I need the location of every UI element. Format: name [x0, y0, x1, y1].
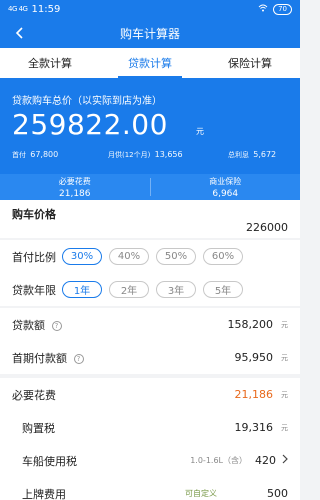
required-costs-unit: 元: [281, 390, 288, 399]
down-payment-summary: 首付 67,800: [12, 150, 59, 159]
chevron-left-icon: [15, 27, 23, 39]
total-price: 259822.00: [12, 108, 168, 141]
nav-bar: 购车计算器: [0, 18, 300, 48]
loan-years-options: 1年 2年 3年 5年: [62, 281, 243, 298]
interest-summary: 总利息 5,672: [228, 150, 277, 159]
purchase-tax-row: 购置税 19,316 元: [0, 411, 300, 444]
wifi-icon: [258, 4, 268, 15]
required-costs-value: 21,186: [234, 388, 274, 401]
help-icon[interactable]: ?: [51, 320, 62, 331]
status-time: 11:59: [31, 3, 61, 15]
loan-years-option[interactable]: 5年: [203, 281, 243, 298]
car-price-input[interactable]: 226000: [246, 221, 288, 234]
first-payment-unit: 元: [281, 353, 288, 362]
down-ratio-option[interactable]: 30%: [62, 248, 102, 265]
tab-insurance[interactable]: 保险计算: [200, 48, 300, 78]
tab-full-payment[interactable]: 全款计算: [0, 48, 100, 78]
down-ratio-option[interactable]: 50%: [156, 248, 196, 265]
loan-amount-unit: 元: [281, 320, 288, 329]
loan-amount-value: 158,200: [227, 318, 274, 331]
monthly-summary: 月供(12个月) 13,656: [108, 150, 183, 159]
vehicle-tax-label: 车船使用税: [22, 454, 77, 468]
required-costs-summary: 必要花费 21,186: [58, 177, 91, 199]
loan-amount-row: 贷款额 ? 158,200 元: [0, 308, 300, 341]
chevron-right-icon: [282, 454, 288, 467]
purchase-tax-label: 购置税: [22, 421, 55, 435]
loan-years-option[interactable]: 3年: [156, 281, 196, 298]
status-bar: 4G 4G 11:59 70: [0, 0, 300, 18]
plate-fee-label: 上牌费用: [22, 487, 66, 500]
loan-years-label: 贷款年限: [12, 283, 56, 297]
down-ratio-options: 30% 40% 50% 60%: [62, 248, 243, 265]
vehicle-tax-value: 420: [255, 454, 276, 467]
plate-fee-row: 上牌费用 可自定义 500: [0, 477, 300, 500]
total-caption: 贷款购车总价（以实际到店为准）: [12, 96, 162, 107]
loan-years-option[interactable]: 1年: [62, 281, 102, 298]
displacement-range: 1.0-1.6L（含）: [190, 456, 247, 465]
plate-fee-hint: 可自定义: [185, 489, 217, 498]
first-payment-value: 95,950: [234, 351, 274, 364]
help-icon[interactable]: ?: [73, 353, 84, 364]
required-costs-row: 必要花费 21,186 元: [0, 378, 300, 411]
cost-breakdown: 必要花费 21,186 商业保险 6,964: [0, 174, 300, 200]
tab-loan[interactable]: 贷款计算: [100, 48, 200, 78]
tab-bar: 全款计算 贷款计算 保险计算: [0, 48, 300, 78]
loan-years-row: 贷款年限 1年 2年 3年 5年: [0, 273, 300, 306]
total-unit: 元: [196, 127, 204, 136]
loan-amount-label: 贷款额 ?: [12, 317, 62, 333]
battery-indicator: 70: [273, 3, 292, 15]
plate-fee-input[interactable]: 500: [267, 487, 288, 500]
insurance-summary: 商业保险 6,964: [209, 177, 242, 199]
down-ratio-label: 首付比例: [12, 250, 56, 264]
first-payment-label: 首期付款额 ?: [12, 350, 84, 366]
loan-years-option[interactable]: 2年: [109, 281, 149, 298]
car-price-section: 购车价格 226000: [0, 200, 300, 238]
car-price-label: 购车价格: [12, 208, 56, 221]
back-button[interactable]: [10, 24, 28, 42]
required-costs-label: 必要花费: [12, 388, 56, 402]
page-title: 购车计算器: [119, 26, 180, 41]
purchase-tax-unit: 元: [281, 423, 288, 432]
down-ratio-row: 首付比例 30% 40% 50% 60%: [0, 240, 300, 273]
summary-panel: 贷款购车总价（以实际到店为准） 259822.00 元 首付 67,800 月供…: [0, 78, 300, 200]
down-ratio-option[interactable]: 60%: [203, 248, 243, 265]
purchase-tax-value: 19,316: [234, 421, 274, 434]
signal-indicator: 4G 4G: [8, 5, 28, 13]
vehicle-tax-row[interactable]: 车船使用税 1.0-1.6L（含） 420: [0, 444, 300, 477]
first-payment-row: 首期付款额 ? 95,950 元: [0, 341, 300, 374]
down-ratio-option[interactable]: 40%: [109, 248, 149, 265]
